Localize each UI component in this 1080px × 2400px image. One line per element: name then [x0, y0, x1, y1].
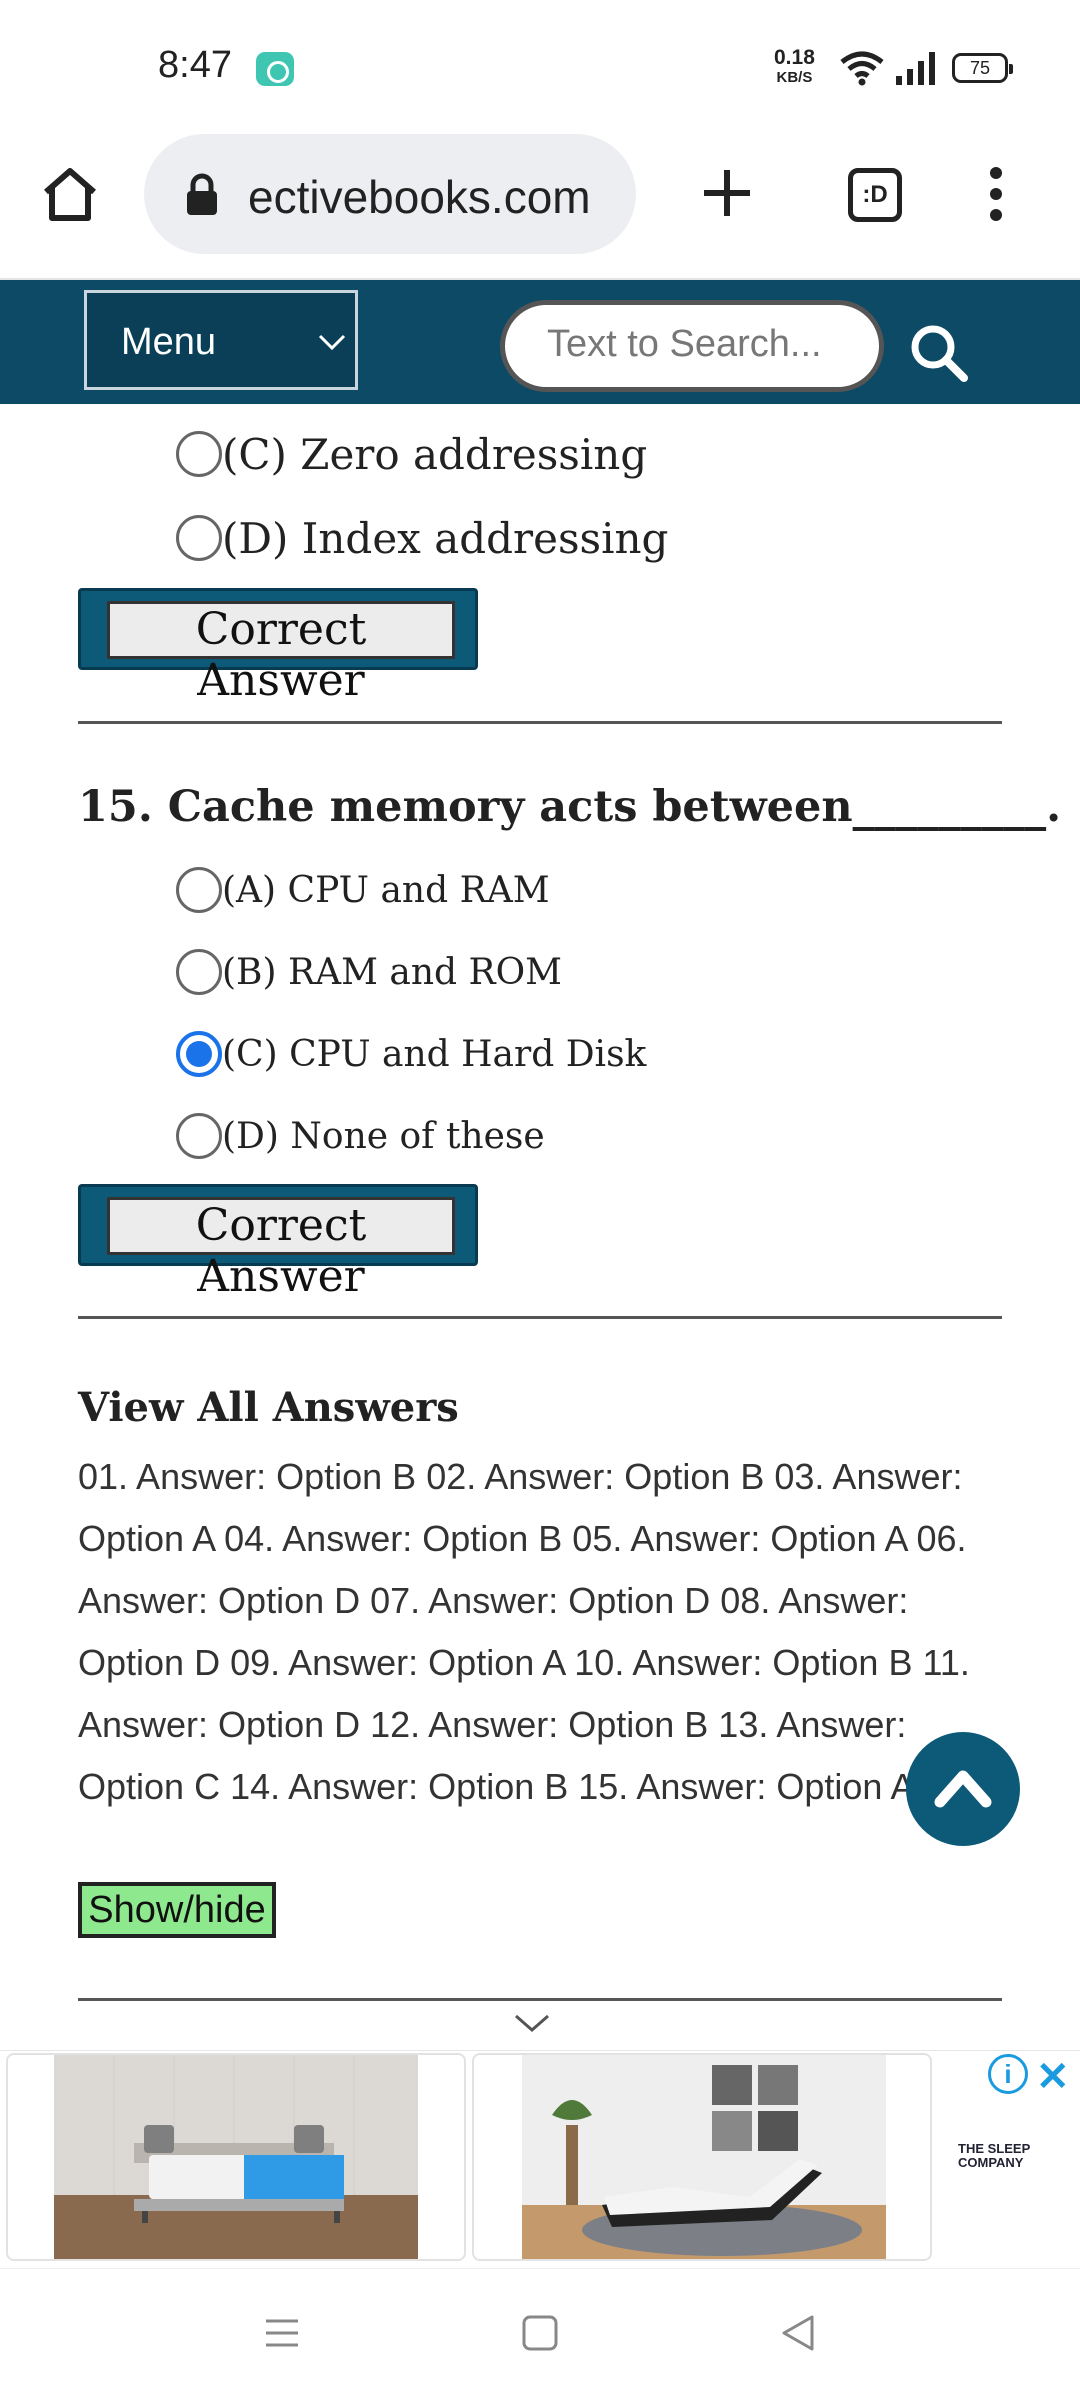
option-label: (A) CPU and RAM [222, 869, 550, 911]
search-icon[interactable] [908, 322, 970, 384]
system-nav-bar [0, 2268, 1080, 2400]
option-label: (C) CPU and Hard Disk [222, 1033, 647, 1075]
option-b[interactable]: (B) RAM and ROM [176, 946, 562, 998]
menu-dropdown[interactable]: Menu [84, 290, 358, 390]
notification-app-icon [256, 52, 294, 86]
divider [78, 1316, 1002, 1319]
signal-icon [896, 52, 935, 85]
show-hide-button[interactable]: Show/hide [78, 1882, 276, 1938]
option-d[interactable]: (D) Index addressing [176, 512, 668, 564]
view-all-answers-title: View All Answers [78, 1384, 459, 1431]
option-label: (C) Zero addressing [222, 429, 648, 479]
home-icon[interactable] [40, 166, 100, 222]
browser-toolbar: ectivebooks.com :D [0, 130, 1080, 280]
option-d[interactable]: (D) None of these [176, 1110, 545, 1162]
more-options-icon[interactable] [986, 166, 1006, 222]
ad-collapse-icon[interactable] [512, 2010, 552, 2034]
home-button-icon[interactable] [520, 2313, 560, 2353]
tab-switcher-button[interactable]: :D [848, 168, 902, 222]
ad-close-icon[interactable]: ✕ [1036, 2054, 1070, 2100]
divider [78, 721, 1002, 724]
ad-brand-logo: THE SLEEP COMPANY [958, 2142, 1030, 2170]
back-icon[interactable] [778, 2313, 818, 2353]
site-header: Menu [0, 280, 1080, 404]
battery-indicator: 75 [952, 53, 1013, 83]
recent-apps-icon[interactable] [262, 2313, 302, 2353]
option-a[interactable]: (A) CPU and RAM [176, 864, 550, 916]
chevron-up-icon [934, 1770, 992, 1808]
option-label: (B) RAM and ROM [222, 951, 563, 993]
scroll-to-top-button[interactable] [906, 1732, 1020, 1846]
option-c[interactable]: (C) Zero addressing [176, 428, 647, 480]
option-c[interactable]: (C) CPU and Hard Disk [176, 1028, 646, 1080]
radio-button[interactable] [176, 431, 222, 477]
network-speed-value: 0.18 [774, 46, 815, 69]
radio-button[interactable] [176, 867, 222, 913]
radio-button[interactable] [176, 515, 222, 561]
url-text[interactable]: ectivebooks.com [248, 170, 591, 224]
new-tab-icon[interactable] [700, 166, 754, 220]
adjustable-bed-ad-image [522, 2055, 886, 2259]
radio-button[interactable] [176, 1113, 222, 1159]
question-title: 15. Cache memory acts between_________. [78, 782, 1062, 832]
mattress-ad-image [54, 2055, 418, 2259]
divider [78, 1998, 1002, 2001]
correct-answer-box: Correct Answer [78, 588, 478, 706]
chevron-down-icon [318, 334, 346, 351]
ad-card[interactable] [6, 2053, 466, 2261]
network-speed-unit: KB/S [776, 69, 813, 86]
correct-answer-button[interactable]: Correct Answer [107, 601, 455, 706]
ad-info-icon[interactable]: i [988, 2054, 1028, 2094]
correct-answer-button[interactable]: Correct Answer [107, 1197, 455, 1302]
option-label: (D) None of these [222, 1115, 545, 1157]
ad-banner[interactable] [0, 2050, 1080, 2266]
menu-label: Menu [121, 321, 217, 363]
all-answers-text: 01. Answer: Option B 02. Answer: Option … [78, 1456, 970, 1807]
ad-brand-line1: THE SLEEP [958, 2141, 1031, 2156]
ad-brand-line2: COMPANY [958, 2155, 1024, 2170]
ad-card[interactable] [472, 2053, 932, 2261]
lock-icon [187, 173, 217, 215]
address-bar[interactable]: ectivebooks.com [144, 134, 636, 254]
status-bar: 8:47 0.18 KB/S 75 [0, 0, 1080, 130]
network-speed: 0.18 KB/S [774, 46, 815, 88]
wifi-icon [840, 51, 884, 86]
search-input[interactable] [547, 323, 867, 366]
radio-button-selected[interactable] [176, 1031, 222, 1077]
option-label: (D) Index addressing [222, 513, 669, 563]
radio-button[interactable] [176, 949, 222, 995]
search-box[interactable] [500, 300, 884, 392]
correct-answer-box: Correct Answer [78, 1184, 478, 1302]
status-time: 8:47 [158, 44, 232, 86]
